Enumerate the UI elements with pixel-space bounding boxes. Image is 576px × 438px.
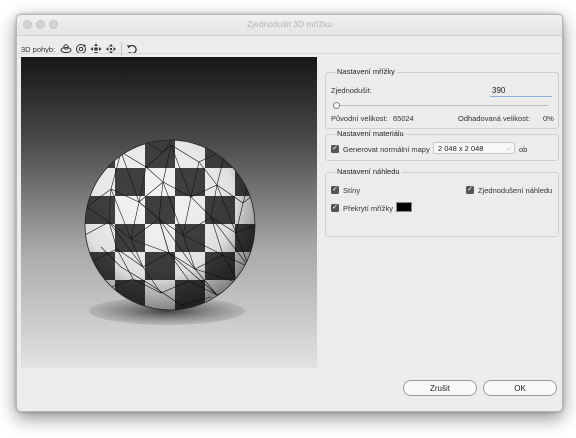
mesh-overlay-color-swatch[interactable] (396, 202, 412, 212)
mesh-settings-group: Nastavení mřížky Zjednodušit: Původní ve… (325, 67, 559, 129)
window-title: Zjednodušit 3D mřížku (246, 19, 333, 29)
normal-map-size-select[interactable]: 2 048 x 2 048 ⌵ (433, 142, 515, 154)
estimated-size-label: Odhadovaná velikost: (458, 114, 531, 123)
generate-normal-maps-checkbox[interactable]: ✓ (331, 145, 339, 153)
3d-preview-viewport[interactable] (21, 57, 317, 368)
simplified-preview-label: Zjednodušení náhledu (478, 186, 553, 195)
toolbar-divider (17, 53, 562, 54)
mesh-preview-graphic (84, 139, 256, 325)
material-settings-title: Nastavení materiálu (335, 129, 406, 138)
simplify-label: Zjednodušit: (331, 86, 372, 95)
preview-settings-title: Nastavení náhledu (335, 167, 402, 176)
original-size-value: 65024 (393, 114, 414, 123)
preview-settings-group: Nastavení náhledu ✓ Stíny ✓ Zjednodušení… (325, 167, 559, 237)
ok-button[interactable]: OK (483, 380, 557, 396)
mesh-overlay-label: Překrytí mřížky (343, 204, 393, 213)
minimize-window-button[interactable] (36, 20, 45, 29)
shadows-label: Stíny (343, 186, 361, 195)
chevron-down-icon: ⌵ (506, 146, 511, 152)
normal-map-size-value: 2 048 x 2 048 (438, 144, 484, 153)
simplify-slider-track[interactable] (333, 105, 548, 106)
simplify-input[interactable] (490, 84, 552, 97)
checkered-sphere (85, 140, 255, 310)
cancel-button[interactable]: Zrušit (403, 380, 477, 396)
simplify-slider-thumb[interactable] (333, 102, 341, 109)
estimated-size-value: 0% (543, 114, 554, 123)
material-settings-group: Nastavení materiálu ✓ Generovat normální… (325, 129, 559, 161)
title-bar: Zjednodušit 3D mřížku (17, 15, 562, 36)
map-size-unit: ob (519, 145, 528, 154)
simplify-3d-mesh-dialog: Zjednodušit 3D mřížku 3D pohyb: Nastaven… (16, 14, 563, 412)
close-window-button[interactable] (23, 20, 32, 29)
zoom-window-button[interactable] (49, 20, 58, 29)
generate-normal-maps-label: Generovat normální mapy (343, 145, 430, 154)
3d-move-toolbar: 3D pohyb: (21, 39, 561, 59)
simplified-preview-checkbox[interactable]: ✓ (466, 186, 474, 194)
mesh-overlay-checkbox[interactable]: ✓ (331, 204, 339, 212)
original-size-label: Původní velikost: (331, 114, 388, 123)
shadows-checkbox[interactable]: ✓ (331, 186, 339, 194)
mesh-settings-title: Nastavení mřížky (335, 67, 397, 76)
